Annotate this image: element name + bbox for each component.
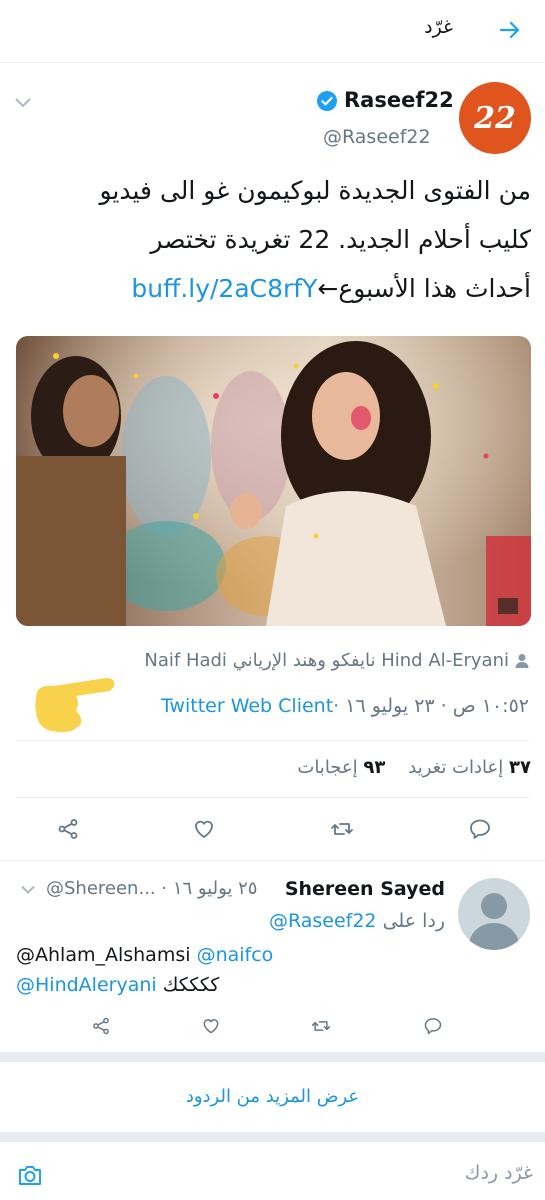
tweet-text-line-1: من الفتوى الجديدة لبوكيمون غو الى فيديو: [99, 176, 531, 205]
tweet-text-line-2: كليب أحلام الجديد. 22 تغريدة تختصر: [150, 225, 531, 254]
retweet-icon: [311, 1021, 331, 1031]
chevron-down-icon: [15, 98, 31, 108]
retweets-stat[interactable]: ٣٧ إعادات تغريد: [408, 757, 531, 778]
reply-mention-ahlam[interactable]: @Ahlam_Alshamsi: [16, 944, 191, 966]
heart-icon: [203, 1019, 219, 1034]
tweet-stats: ٣٧ إعادات تغريد ٩٣ إعجابات: [297, 757, 531, 778]
like-button[interactable]: [186, 812, 222, 846]
reply-icon: [470, 819, 490, 839]
share-icon: [58, 819, 78, 839]
tweet-meta-row: Twitter Web Client١٠:٥٢ ص · ٢٣ يوليو ١٦ …: [161, 695, 529, 717]
avatar-logo: 22: [474, 100, 516, 136]
pointing-hand-emoji: [28, 670, 118, 736]
likes-stat[interactable]: ٩٣ إعجابات: [297, 757, 385, 778]
reply-avatar[interactable]: [458, 878, 530, 950]
page-title: غرّد: [424, 16, 453, 38]
likes-label: إعجابات: [297, 757, 358, 778]
replying-prefix: ردا على: [382, 910, 445, 932]
arrow-right-icon: [499, 21, 520, 39]
share-icon: [93, 1017, 109, 1035]
camera-icon: [19, 1166, 41, 1185]
reply-handle-date: @Shereen... · ٢٥ يوليو ١٦: [46, 878, 258, 899]
reply-reply-button[interactable]: [418, 1012, 448, 1040]
replying-to-link[interactable]: @Raseef22: [269, 910, 377, 932]
reply-icon: [424, 1018, 442, 1035]
show-more-replies-link[interactable]: عرض المزيد من الردود: [0, 1062, 545, 1132]
reply-author-name[interactable]: Shereen Sayed: [285, 878, 445, 900]
tweet-timestamp: ١٠:٥٢ ص · ٢٣ يوليو ١٦ ·: [333, 695, 529, 717]
author-handle[interactable]: @Raseef22: [323, 126, 431, 148]
reply-retweet-button[interactable]: [306, 1012, 336, 1040]
verified-icon: [316, 90, 338, 112]
reply-options-button[interactable]: [14, 878, 42, 900]
retweets-count: ٣٧: [509, 757, 531, 778]
tweet-link[interactable]: buff.ly/2aC8rfY: [131, 274, 317, 303]
reply-share-button[interactable]: [86, 1012, 116, 1040]
back-button[interactable]: [490, 12, 530, 48]
reply-mention-naifco[interactable]: @naifco: [197, 944, 274, 966]
author-name[interactable]: Raseef22: [344, 88, 454, 112]
retweets-label: إعادات تغريد: [408, 757, 504, 778]
reply-text: ككككك: [162, 974, 220, 996]
heart-icon: [195, 820, 213, 838]
reply-button[interactable]: [462, 812, 498, 846]
share-button[interactable]: [50, 812, 86, 846]
reply-text-line-2: @HindAleryani ككككك: [16, 974, 219, 996]
tagged-users: Naif Hadi نايفكو وهند الإرياني Hind Al-E…: [144, 650, 509, 671]
tweet-text-line-3: buff.ly/2aC8rfYأحداث هذا الأسبوع←: [131, 274, 531, 303]
likes-count: ٩٣: [363, 757, 386, 778]
retweet-icon: [331, 823, 353, 835]
chevron-down-icon: [21, 885, 35, 894]
person-icon: [515, 653, 529, 668]
compose-input[interactable]: غرّد ردك: [465, 1162, 533, 1184]
top-bar: غرّد: [0, 0, 545, 60]
avatar[interactable]: 22: [459, 82, 531, 154]
client-link[interactable]: Twitter Web Client: [161, 695, 333, 717]
reply-like-button[interactable]: [196, 1012, 226, 1040]
replying-to-row: @Raseef22 ردا على: [269, 910, 445, 932]
reply-text-line-1: @Ahlam_Alshamsi @naifco: [16, 944, 273, 966]
tweet-text-line-3-text: أحداث هذا الأسبوع←: [317, 274, 531, 303]
tweet-media-image[interactable]: [16, 336, 531, 626]
camera-button[interactable]: [12, 1158, 48, 1192]
retweet-button[interactable]: [324, 812, 360, 846]
default-profile-icon: [468, 893, 520, 950]
reply-mention-hind[interactable]: @HindAleryani: [16, 974, 157, 996]
tagged-users-row[interactable]: Naif Hadi نايفكو وهند الإرياني Hind Al-E…: [144, 650, 529, 671]
tweet-options-button[interactable]: [8, 90, 38, 114]
